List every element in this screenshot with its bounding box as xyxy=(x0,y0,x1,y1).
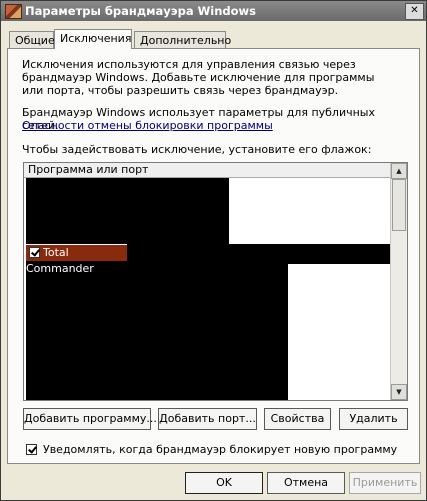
firewall-icon xyxy=(5,4,22,19)
notify-option[interactable]: Уведомлять, когда брандмауэр блокирует н… xyxy=(26,443,397,456)
redacted-area xyxy=(26,261,288,400)
exceptions-description: Исключения используются для управления с… xyxy=(22,58,375,97)
tab-exceptions[interactable]: Исключения xyxy=(54,29,132,49)
list-scrollbar[interactable]: ▲ ▼ xyxy=(390,163,407,400)
cancel-button[interactable]: Отмена xyxy=(267,472,345,494)
add-program-button[interactable]: Добавить программу... xyxy=(23,408,157,430)
redacted-area xyxy=(26,178,229,244)
apply-button[interactable]: Применить xyxy=(349,472,421,494)
notify-checkbox[interactable] xyxy=(26,443,37,455)
list-column-header[interactable]: Программа или порт xyxy=(24,163,391,178)
list-item[interactable]: Total Commander xyxy=(26,245,127,275)
scroll-down-arrow-icon[interactable]: ▼ xyxy=(391,384,407,400)
close-button[interactable]: ✕ xyxy=(405,3,424,20)
exceptions-list[interactable]: Программа или порт Total Commander ▲ ▼ xyxy=(23,162,408,401)
list-item-checkbox[interactable] xyxy=(29,246,40,258)
scroll-up-arrow-icon[interactable]: ▲ xyxy=(391,163,407,179)
tab-general[interactable]: Общие xyxy=(9,31,55,48)
window-title: Параметры брандмауэра Windows xyxy=(25,4,257,18)
tab-advanced[interactable]: Дополнительно xyxy=(134,31,231,48)
scroll-thumb[interactable] xyxy=(392,179,406,231)
delete-button[interactable]: Удалить xyxy=(339,408,408,430)
add-port-button[interactable]: Добавить порт... xyxy=(158,408,257,430)
unblock-risks-link[interactable]: Опасности отмены блокировки программы xyxy=(22,119,392,132)
ok-button[interactable]: OK xyxy=(185,472,263,494)
firewall-settings-window: Параметры брандмауэра Windows ✕ Общие Ис… xyxy=(0,0,427,501)
properties-button[interactable]: Свойства xyxy=(264,408,331,430)
notify-checkbox-label: Уведомлять, когда брандмауэр блокирует н… xyxy=(43,443,398,456)
title-bar[interactable]: Параметры брандмауэра Windows ✕ xyxy=(1,1,426,21)
exceptions-panel: Исключения используются для управления с… xyxy=(7,48,420,464)
list-instruction: Чтобы задействовать исключение, установи… xyxy=(22,143,372,156)
